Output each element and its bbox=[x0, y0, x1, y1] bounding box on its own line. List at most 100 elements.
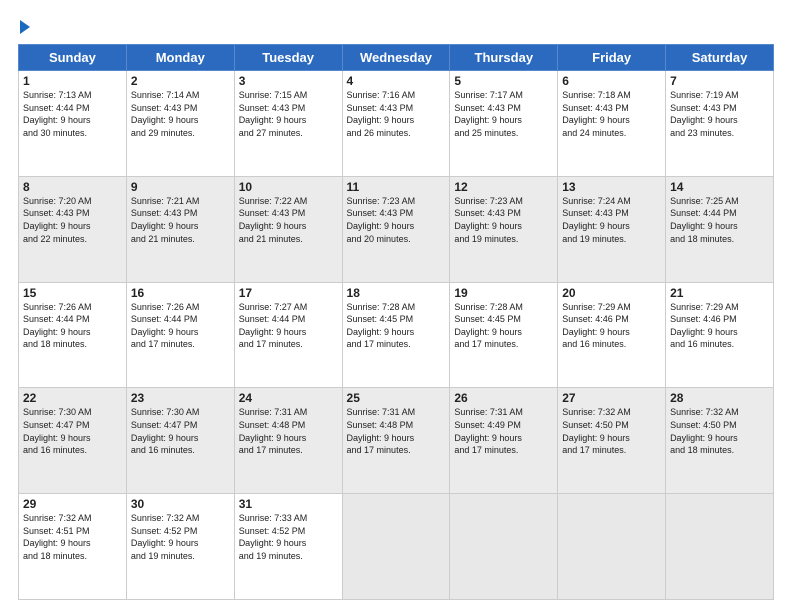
day-info: Sunrise: 7:28 AM Sunset: 4:45 PM Dayligh… bbox=[347, 301, 446, 351]
calendar-cell: 8Sunrise: 7:20 AM Sunset: 4:43 PM Daylig… bbox=[19, 176, 127, 282]
calendar-header-thursday: Thursday bbox=[450, 45, 558, 71]
day-number: 20 bbox=[562, 286, 661, 300]
calendar-cell: 27Sunrise: 7:32 AM Sunset: 4:50 PM Dayli… bbox=[558, 388, 666, 494]
day-info: Sunrise: 7:26 AM Sunset: 4:44 PM Dayligh… bbox=[131, 301, 230, 351]
calendar-cell: 16Sunrise: 7:26 AM Sunset: 4:44 PM Dayli… bbox=[126, 282, 234, 388]
calendar-cell: 25Sunrise: 7:31 AM Sunset: 4:48 PM Dayli… bbox=[342, 388, 450, 494]
calendar-cell: 2Sunrise: 7:14 AM Sunset: 4:43 PM Daylig… bbox=[126, 71, 234, 177]
day-info: Sunrise: 7:18 AM Sunset: 4:43 PM Dayligh… bbox=[562, 89, 661, 139]
calendar-cell: 1Sunrise: 7:13 AM Sunset: 4:44 PM Daylig… bbox=[19, 71, 127, 177]
day-number: 18 bbox=[347, 286, 446, 300]
day-info: Sunrise: 7:19 AM Sunset: 4:43 PM Dayligh… bbox=[670, 89, 769, 139]
calendar-cell bbox=[558, 494, 666, 600]
day-number: 16 bbox=[131, 286, 230, 300]
day-info: Sunrise: 7:33 AM Sunset: 4:52 PM Dayligh… bbox=[239, 512, 338, 562]
day-info: Sunrise: 7:14 AM Sunset: 4:43 PM Dayligh… bbox=[131, 89, 230, 139]
day-info: Sunrise: 7:31 AM Sunset: 4:48 PM Dayligh… bbox=[239, 406, 338, 456]
calendar-cell: 18Sunrise: 7:28 AM Sunset: 4:45 PM Dayli… bbox=[342, 282, 450, 388]
calendar-cell: 30Sunrise: 7:32 AM Sunset: 4:52 PM Dayli… bbox=[126, 494, 234, 600]
calendar-cell: 24Sunrise: 7:31 AM Sunset: 4:48 PM Dayli… bbox=[234, 388, 342, 494]
logo-arrow-icon bbox=[20, 20, 30, 34]
day-info: Sunrise: 7:16 AM Sunset: 4:43 PM Dayligh… bbox=[347, 89, 446, 139]
calendar-week-row: 15Sunrise: 7:26 AM Sunset: 4:44 PM Dayli… bbox=[19, 282, 774, 388]
day-number: 4 bbox=[347, 74, 446, 88]
day-number: 17 bbox=[239, 286, 338, 300]
day-info: Sunrise: 7:27 AM Sunset: 4:44 PM Dayligh… bbox=[239, 301, 338, 351]
day-number: 29 bbox=[23, 497, 122, 511]
day-info: Sunrise: 7:31 AM Sunset: 4:48 PM Dayligh… bbox=[347, 406, 446, 456]
calendar-cell: 14Sunrise: 7:25 AM Sunset: 4:44 PM Dayli… bbox=[666, 176, 774, 282]
day-info: Sunrise: 7:32 AM Sunset: 4:51 PM Dayligh… bbox=[23, 512, 122, 562]
calendar-cell: 31Sunrise: 7:33 AM Sunset: 4:52 PM Dayli… bbox=[234, 494, 342, 600]
calendar-cell: 6Sunrise: 7:18 AM Sunset: 4:43 PM Daylig… bbox=[558, 71, 666, 177]
day-info: Sunrise: 7:23 AM Sunset: 4:43 PM Dayligh… bbox=[454, 195, 553, 245]
calendar-cell: 4Sunrise: 7:16 AM Sunset: 4:43 PM Daylig… bbox=[342, 71, 450, 177]
calendar-cell: 13Sunrise: 7:24 AM Sunset: 4:43 PM Dayli… bbox=[558, 176, 666, 282]
calendar-cell: 3Sunrise: 7:15 AM Sunset: 4:43 PM Daylig… bbox=[234, 71, 342, 177]
day-number: 2 bbox=[131, 74, 230, 88]
calendar-cell: 5Sunrise: 7:17 AM Sunset: 4:43 PM Daylig… bbox=[450, 71, 558, 177]
calendar-cell: 21Sunrise: 7:29 AM Sunset: 4:46 PM Dayli… bbox=[666, 282, 774, 388]
calendar-cell: 9Sunrise: 7:21 AM Sunset: 4:43 PM Daylig… bbox=[126, 176, 234, 282]
day-number: 15 bbox=[23, 286, 122, 300]
day-info: Sunrise: 7:21 AM Sunset: 4:43 PM Dayligh… bbox=[131, 195, 230, 245]
calendar-header-saturday: Saturday bbox=[666, 45, 774, 71]
calendar-cell: 19Sunrise: 7:28 AM Sunset: 4:45 PM Dayli… bbox=[450, 282, 558, 388]
calendar-table: SundayMondayTuesdayWednesdayThursdayFrid… bbox=[18, 44, 774, 600]
day-number: 3 bbox=[239, 74, 338, 88]
day-info: Sunrise: 7:26 AM Sunset: 4:44 PM Dayligh… bbox=[23, 301, 122, 351]
day-info: Sunrise: 7:20 AM Sunset: 4:43 PM Dayligh… bbox=[23, 195, 122, 245]
day-info: Sunrise: 7:30 AM Sunset: 4:47 PM Dayligh… bbox=[23, 406, 122, 456]
calendar-cell: 28Sunrise: 7:32 AM Sunset: 4:50 PM Dayli… bbox=[666, 388, 774, 494]
calendar-cell: 17Sunrise: 7:27 AM Sunset: 4:44 PM Dayli… bbox=[234, 282, 342, 388]
day-number: 30 bbox=[131, 497, 230, 511]
calendar-week-row: 8Sunrise: 7:20 AM Sunset: 4:43 PM Daylig… bbox=[19, 176, 774, 282]
calendar-cell bbox=[342, 494, 450, 600]
day-number: 25 bbox=[347, 391, 446, 405]
day-info: Sunrise: 7:13 AM Sunset: 4:44 PM Dayligh… bbox=[23, 89, 122, 139]
page: SundayMondayTuesdayWednesdayThursdayFrid… bbox=[0, 0, 792, 612]
calendar-cell: 15Sunrise: 7:26 AM Sunset: 4:44 PM Dayli… bbox=[19, 282, 127, 388]
day-number: 7 bbox=[670, 74, 769, 88]
day-number: 23 bbox=[131, 391, 230, 405]
calendar-cell: 10Sunrise: 7:22 AM Sunset: 4:43 PM Dayli… bbox=[234, 176, 342, 282]
calendar-week-row: 29Sunrise: 7:32 AM Sunset: 4:51 PM Dayli… bbox=[19, 494, 774, 600]
day-info: Sunrise: 7:32 AM Sunset: 4:50 PM Dayligh… bbox=[670, 406, 769, 456]
day-info: Sunrise: 7:31 AM Sunset: 4:49 PM Dayligh… bbox=[454, 406, 553, 456]
day-info: Sunrise: 7:29 AM Sunset: 4:46 PM Dayligh… bbox=[670, 301, 769, 351]
day-number: 26 bbox=[454, 391, 553, 405]
logo bbox=[18, 18, 30, 34]
day-info: Sunrise: 7:23 AM Sunset: 4:43 PM Dayligh… bbox=[347, 195, 446, 245]
day-number: 19 bbox=[454, 286, 553, 300]
day-number: 24 bbox=[239, 391, 338, 405]
day-number: 11 bbox=[347, 180, 446, 194]
calendar-cell: 7Sunrise: 7:19 AM Sunset: 4:43 PM Daylig… bbox=[666, 71, 774, 177]
day-number: 31 bbox=[239, 497, 338, 511]
day-number: 10 bbox=[239, 180, 338, 194]
calendar-cell: 22Sunrise: 7:30 AM Sunset: 4:47 PM Dayli… bbox=[19, 388, 127, 494]
calendar-header-tuesday: Tuesday bbox=[234, 45, 342, 71]
day-number: 14 bbox=[670, 180, 769, 194]
day-info: Sunrise: 7:17 AM Sunset: 4:43 PM Dayligh… bbox=[454, 89, 553, 139]
day-info: Sunrise: 7:24 AM Sunset: 4:43 PM Dayligh… bbox=[562, 195, 661, 245]
calendar-cell: 12Sunrise: 7:23 AM Sunset: 4:43 PM Dayli… bbox=[450, 176, 558, 282]
header bbox=[18, 18, 774, 34]
day-info: Sunrise: 7:25 AM Sunset: 4:44 PM Dayligh… bbox=[670, 195, 769, 245]
day-number: 9 bbox=[131, 180, 230, 194]
calendar-cell: 29Sunrise: 7:32 AM Sunset: 4:51 PM Dayli… bbox=[19, 494, 127, 600]
day-info: Sunrise: 7:15 AM Sunset: 4:43 PM Dayligh… bbox=[239, 89, 338, 139]
calendar-header-row: SundayMondayTuesdayWednesdayThursdayFrid… bbox=[19, 45, 774, 71]
calendar-cell bbox=[450, 494, 558, 600]
day-info: Sunrise: 7:32 AM Sunset: 4:50 PM Dayligh… bbox=[562, 406, 661, 456]
calendar-header-friday: Friday bbox=[558, 45, 666, 71]
calendar-cell: 20Sunrise: 7:29 AM Sunset: 4:46 PM Dayli… bbox=[558, 282, 666, 388]
calendar-week-row: 1Sunrise: 7:13 AM Sunset: 4:44 PM Daylig… bbox=[19, 71, 774, 177]
calendar-cell bbox=[666, 494, 774, 600]
day-info: Sunrise: 7:29 AM Sunset: 4:46 PM Dayligh… bbox=[562, 301, 661, 351]
day-number: 12 bbox=[454, 180, 553, 194]
day-number: 21 bbox=[670, 286, 769, 300]
day-number: 13 bbox=[562, 180, 661, 194]
calendar-header-sunday: Sunday bbox=[19, 45, 127, 71]
day-info: Sunrise: 7:30 AM Sunset: 4:47 PM Dayligh… bbox=[131, 406, 230, 456]
day-info: Sunrise: 7:32 AM Sunset: 4:52 PM Dayligh… bbox=[131, 512, 230, 562]
